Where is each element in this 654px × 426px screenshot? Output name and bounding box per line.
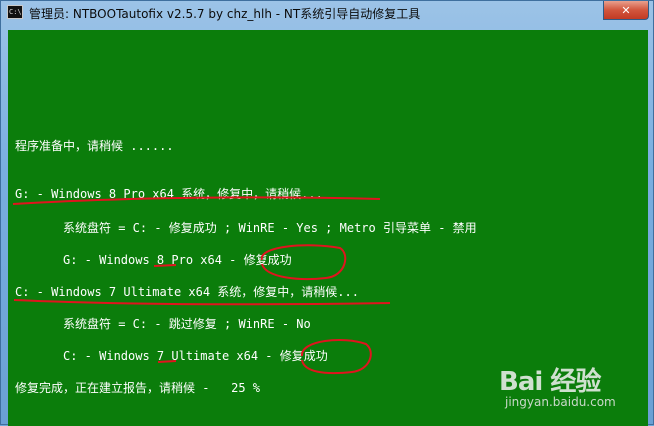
console-line-preparing: 程序准备中，请稍候 ...... [15,139,174,153]
console-line-win8-success: G: - Windows 8 Pro x64 - 修复成功 [63,253,292,267]
console-app-icon: C:\ [7,5,23,19]
app-window: C:\ 管理员: NTBOOTautofix v2.5.7 by chz_hlh… [0,0,654,426]
console-line-win7-repairing: C: - Windows 7 Ultimate x64 系统，修复中，请稍候..… [15,285,359,299]
console-line-win7-details: 系统盘符 = C: - 跳过修复 ; WinRE - No [63,317,311,331]
console-line-win8-details: 系统盘符 = C: - 修复成功 ; WinRE - Yes ; Metro 引… [63,221,477,235]
console-line-win7-success: C: - Windows 7 Ultimate x64 - 修复成功 [63,349,328,363]
close-button[interactable]: ✕ [603,1,649,20]
baidu-watermark-url: jingyan.baidu.com [505,395,616,409]
underline-win7-line [13,299,391,306]
baidu-watermark-logo: Bai 经验 [499,367,601,397]
window-title: 管理员: NTBOOTautofix v2.5.7 by chz_hlh - N… [29,7,421,21]
title-bar[interactable]: C:\ 管理员: NTBOOTautofix v2.5.7 by chz_hlh… [1,1,653,25]
console-line-report-progress: 修复完成，正在建立报告，请稍候 - 25 % [15,381,261,395]
close-icon: ✕ [621,3,631,17]
console-line-win8-repairing: G: - Windows 8 Pro x64 系统，修复中，请稍候... [15,187,323,201]
